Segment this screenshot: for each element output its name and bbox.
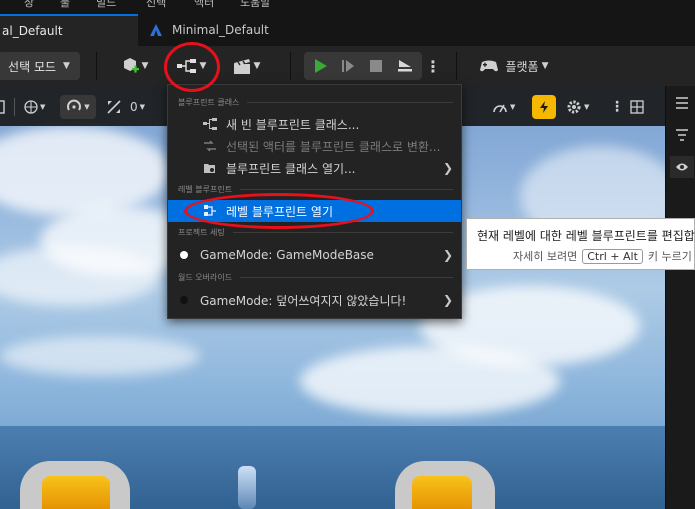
visibility-eye-icon[interactable]: [670, 156, 694, 178]
toolbar-divider: [456, 52, 457, 80]
camera-speed-button[interactable]: ▼: [492, 95, 522, 119]
chevron-down-icon: ▼: [253, 61, 261, 71]
menu-select[interactable]: 선택: [146, 0, 166, 10]
eject-icon[interactable]: [396, 58, 414, 74]
menu-actor[interactable]: 액터: [194, 0, 214, 10]
tooltip-hint: 자세히 보려면 Ctrl + Alt 키 누르기: [513, 248, 692, 264]
annotation-circle-level-blueprint: [184, 193, 374, 229]
layout-button[interactable]: [630, 95, 650, 119]
scale-icon: [107, 100, 121, 114]
rotation-snap-button[interactable]: 0 ▼: [106, 95, 150, 119]
menu-bar: 창 툴 빌드 선택 액터 도움말: [0, 0, 695, 14]
play-controls: [304, 52, 422, 80]
convert-icon: [202, 138, 218, 154]
empty-dot-icon: [180, 296, 188, 304]
tooltip-text: 현재 레벨에 대한 레벨 블루프린트를 편집합니: [477, 229, 695, 243]
chevron-right-icon: ❯: [442, 248, 453, 262]
chevron-down-icon: ▼: [541, 61, 549, 71]
cinematics-button[interactable]: ▼: [226, 52, 266, 80]
filled-dot-icon: [180, 251, 188, 259]
platform-label: 플랫폼: [505, 59, 539, 74]
menu-build[interactable]: 빌드: [96, 0, 116, 10]
menu-help[interactable]: 도움말: [240, 0, 270, 10]
settings-icon: [567, 100, 581, 114]
perspective-icon: [0, 100, 5, 114]
section-header: 월드 오버라이드: [178, 272, 453, 283]
skip-icon[interactable]: [340, 58, 356, 74]
annotation-circle-blueprint-button: [164, 42, 220, 92]
filter-icon[interactable]: [675, 128, 689, 142]
tab-bar: al_Default Minimal_Default: [0, 14, 695, 46]
play-icon[interactable]: [312, 58, 328, 74]
surface-snap-button[interactable]: ▼: [60, 95, 96, 119]
tooltip: 현재 레벨에 대한 레벨 블루프린트를 편집합니 자세히 보려면 Ctrl + …: [466, 218, 695, 270]
main-toolbar: 선택 모드 ▼ ▼ ▼ ▼ ⋮ 플랫폼 ▼: [0, 46, 695, 86]
rotation-snap-value: 0: [130, 100, 138, 114]
gamepad-icon: [480, 60, 499, 72]
open-blueprint-class-item[interactable]: 블루프린트 클래스 열기... ❯: [168, 157, 461, 179]
tab-level-default[interactable]: al_Default: [0, 14, 138, 46]
select-mode-label: 선택 모드: [8, 59, 57, 74]
platform-dropdown[interactable]: 플랫폼 ▼: [474, 52, 554, 80]
toolbar-divider: [290, 52, 291, 80]
blueprint-asset-icon: [150, 24, 162, 36]
section-header: 블루프린트 클래스: [178, 97, 453, 108]
right-panel-strip: [665, 86, 695, 509]
lightning-icon: [540, 101, 548, 113]
tab-label: Minimal_Default: [172, 23, 269, 37]
viewport-settings-button[interactable]: ▼: [566, 95, 600, 119]
stop-icon[interactable]: [368, 58, 384, 74]
world-local-toggle[interactable]: ▼: [24, 95, 54, 119]
world-gamemode-item[interactable]: GameMode: 덮어쓰여지지 않았습니다! ❯: [168, 289, 461, 311]
more-icon[interactable]: ⋮: [610, 95, 624, 119]
add-actor-icon: [123, 58, 139, 73]
section-header: 프로젝트 세팅: [178, 227, 453, 238]
chevron-down-icon: ▼: [63, 61, 70, 71]
project-gamemode-item[interactable]: GameMode: GameModeBase ❯: [168, 244, 461, 266]
toolbar-divider: [96, 52, 97, 80]
tab-label: al_Default: [2, 24, 63, 38]
camera-speed-icon: [493, 104, 507, 113]
shortcut-key: Ctrl + Alt: [582, 248, 643, 264]
chevron-right-icon: ❯: [442, 293, 453, 307]
blueprint-icon: [202, 116, 218, 132]
cinematics-icon: [233, 59, 250, 74]
new-blueprint-class-item[interactable]: 새 빈 블루프린트 클래스...: [168, 113, 461, 135]
select-mode-dropdown[interactable]: 선택 모드 ▼: [0, 52, 80, 80]
folder-search-icon: [202, 160, 218, 176]
player-start: [238, 466, 256, 509]
grid-icon: [630, 100, 644, 114]
menu-tools[interactable]: 툴: [60, 0, 70, 10]
outliner-icon[interactable]: [675, 96, 689, 110]
more-icon[interactable]: ⋮: [424, 52, 442, 80]
add-actor-button[interactable]: ▼: [114, 52, 154, 80]
globe-icon: [24, 100, 38, 114]
tab-minimal-default[interactable]: Minimal_Default: [142, 14, 282, 46]
convert-to-blueprint-item: 선택된 액터를 블루프린트 클래스로 변환...: [168, 135, 461, 157]
chevron-down-icon: ▼: [141, 61, 149, 71]
snap-icon: [67, 99, 82, 111]
realtime-toggle[interactable]: [532, 95, 556, 119]
menu-window[interactable]: 창: [24, 0, 34, 10]
section-header: 레벨 블루프린트: [178, 184, 453, 195]
chevron-right-icon: ❯: [442, 161, 453, 175]
